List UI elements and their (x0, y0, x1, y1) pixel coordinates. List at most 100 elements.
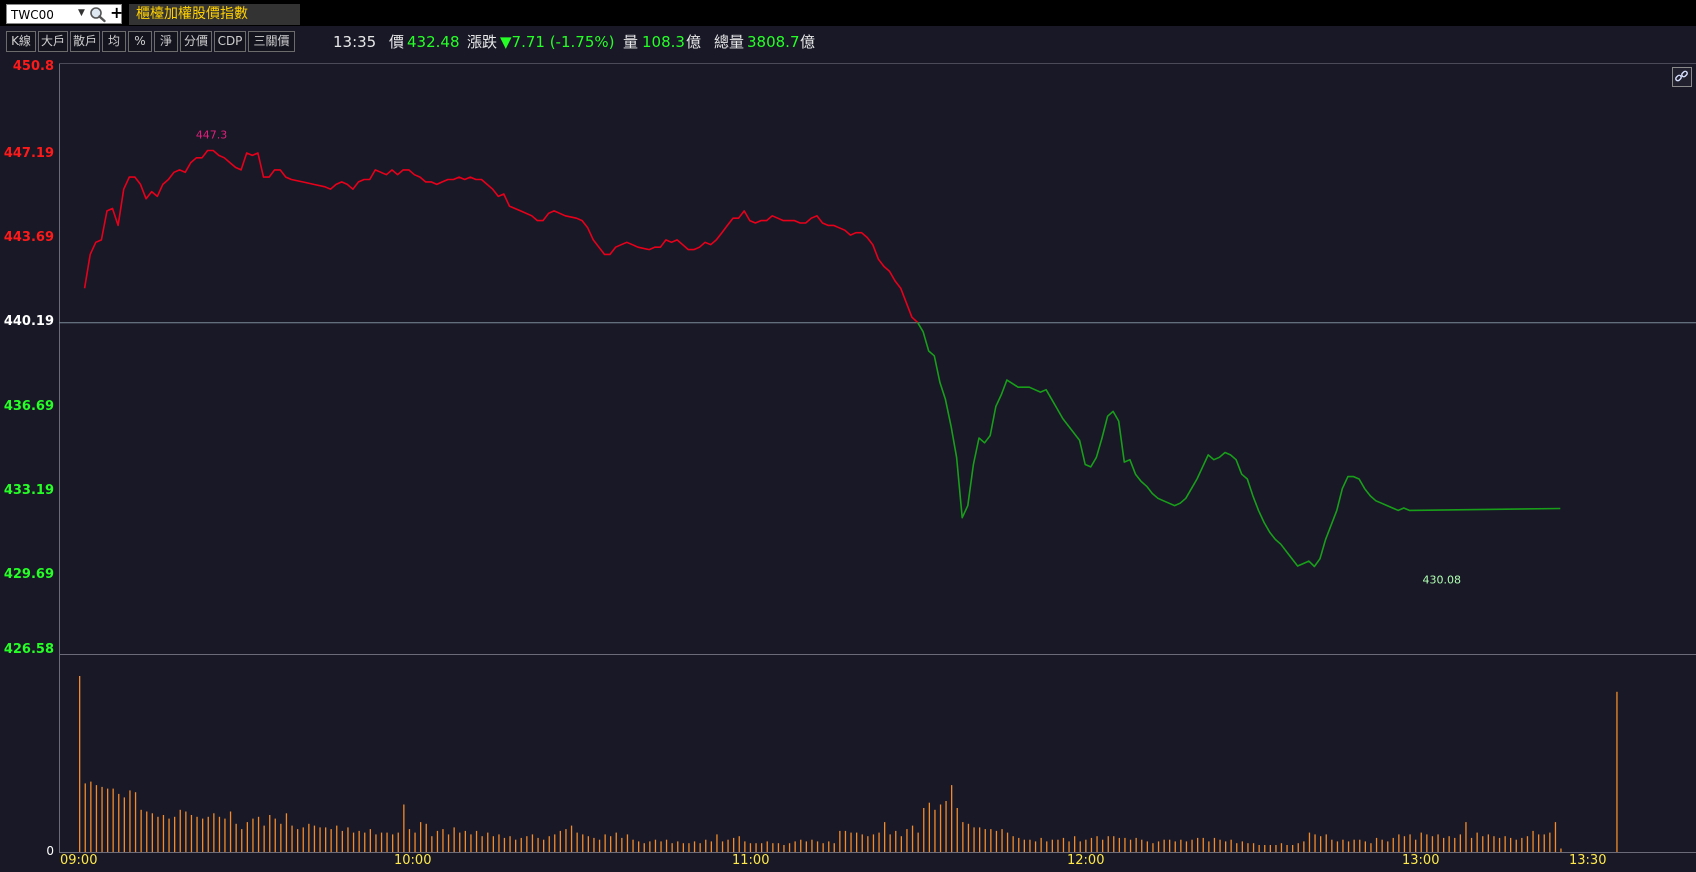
volume-bar (84, 783, 86, 852)
volume-bar (347, 827, 349, 852)
volume-bar (1219, 839, 1221, 852)
volume-bar (420, 822, 422, 852)
volume-bar (90, 781, 92, 852)
volume-bar (442, 829, 444, 852)
volume-bar (1225, 841, 1227, 852)
volume-bar (565, 829, 567, 852)
volume-bar (1543, 834, 1545, 852)
volume-bar (570, 825, 573, 852)
volume-bar (1443, 837, 1445, 852)
high-annotation: 447.3 (196, 129, 228, 142)
volume-bar (151, 813, 153, 852)
volume-bar (867, 836, 869, 852)
volume-bar (677, 841, 679, 852)
volume-bar (1437, 834, 1439, 852)
volume-bar (436, 830, 439, 852)
volume-bar (665, 839, 668, 852)
volume-bar (1163, 839, 1165, 852)
volume-bar (179, 809, 181, 852)
volume-bar (794, 841, 796, 852)
volume-bar (593, 837, 595, 852)
volume-bar (487, 832, 489, 852)
volume-bar (654, 839, 657, 852)
volume-bar (777, 843, 780, 852)
volume-bar (1549, 832, 1551, 852)
volume-bar (643, 843, 645, 852)
volume-bar (1459, 834, 1461, 852)
volume-bar (1129, 839, 1132, 852)
volume-bar (1252, 843, 1255, 852)
volume-bar (895, 830, 897, 852)
volume-bar (1616, 691, 1618, 852)
volume-bar (280, 823, 282, 852)
volume-bar (515, 839, 517, 852)
volume-bar (688, 843, 690, 852)
link-icon[interactable] (1672, 67, 1692, 87)
volume-bar (492, 836, 494, 852)
volume-bar (1157, 841, 1160, 852)
volume-bar (196, 816, 198, 852)
volume-bar (325, 827, 327, 852)
volume-bar (235, 823, 237, 852)
volume-bar (939, 804, 942, 852)
volume-bar (498, 834, 500, 852)
volume-bar (1448, 836, 1450, 852)
volume-bar (861, 834, 863, 852)
volume-bar (224, 818, 226, 852)
volume-bar (1185, 841, 1188, 852)
volume-bar (1476, 832, 1478, 852)
volume-bar (1409, 834, 1411, 852)
volume-bar (1420, 832, 1422, 852)
volume-bar (548, 836, 550, 852)
volume-bar (269, 815, 271, 852)
volume-bar (1465, 822, 1467, 852)
volume-bar (632, 839, 634, 852)
volume-bar (1174, 841, 1176, 852)
volume-bar (1051, 839, 1053, 852)
volume-bar (945, 801, 947, 852)
volume-bar (995, 830, 998, 852)
volume-bar (682, 843, 684, 852)
volume-bar (1303, 841, 1305, 852)
volume-bar (749, 843, 752, 852)
volume-bar (1118, 837, 1120, 852)
volume-bar (1197, 837, 1199, 852)
volume-bar (464, 830, 466, 852)
volume-bar (123, 797, 125, 852)
volume-bar (459, 832, 461, 852)
volume-bar (375, 834, 377, 852)
volume-bar (364, 832, 366, 852)
volume-bar (330, 829, 332, 852)
volume-bar (168, 818, 170, 852)
volume-bar (900, 836, 902, 852)
volume-bar (392, 834, 394, 852)
volume-bar (308, 823, 310, 852)
volume-bar (598, 839, 601, 852)
volume-bar (1040, 837, 1042, 852)
volume-bar (1325, 834, 1327, 852)
volume-bar (481, 836, 483, 852)
chart-frame (59, 63, 1696, 853)
volume-bar (1264, 845, 1266, 852)
volume-bar (587, 836, 589, 852)
volume-bar (1532, 830, 1534, 852)
volume-bar (1381, 839, 1383, 852)
volume-bar (291, 825, 293, 852)
volume-bar (129, 790, 131, 852)
volume-bar (1515, 839, 1517, 852)
volume-bar (1526, 836, 1529, 852)
volume-bar (1258, 845, 1260, 852)
volume-bar (509, 836, 511, 852)
volume-bar (1230, 839, 1232, 852)
volume-bar (839, 830, 841, 852)
volume-bar (805, 841, 807, 852)
volume-bar (744, 841, 746, 852)
volume-bar (380, 832, 383, 852)
volume-bar (772, 843, 774, 852)
volume-bar (1146, 841, 1148, 852)
volume-bar (1297, 843, 1299, 852)
volume-bar (118, 793, 120, 852)
volume-bar (101, 786, 103, 852)
volume-bar (660, 841, 662, 852)
volume-bar (1079, 841, 1081, 852)
